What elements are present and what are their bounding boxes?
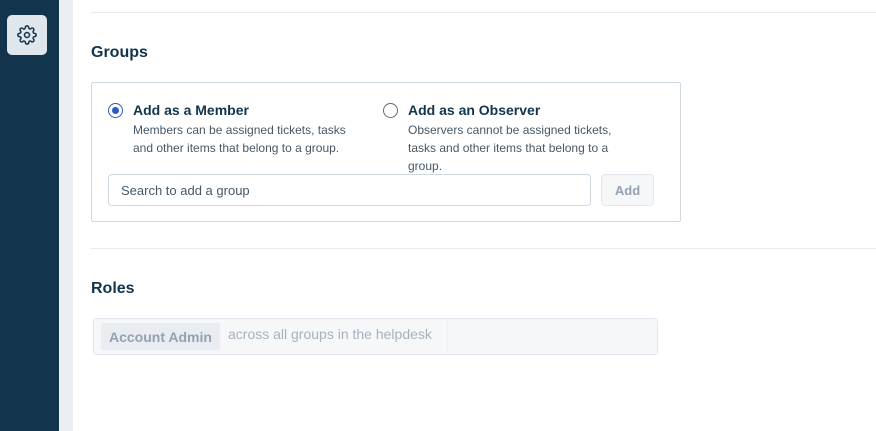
role-field-separator xyxy=(447,319,448,354)
member-radio[interactable] xyxy=(108,103,123,118)
group-search-input[interactable] xyxy=(108,174,591,206)
roles-field: Account Admin across all groups in the h… xyxy=(93,318,658,355)
groups-title: Groups xyxy=(91,44,148,61)
member-option-description: Members can be assigned tickets, tasks a… xyxy=(133,123,346,155)
gear-icon xyxy=(17,25,37,45)
role-tag: Account Admin xyxy=(101,323,220,350)
settings-button[interactable] xyxy=(7,15,47,55)
section-divider xyxy=(91,12,876,13)
add-group-button[interactable]: Add xyxy=(601,174,654,206)
role-scope-text: across all groups in the helpdesk xyxy=(228,326,432,342)
observer-radio[interactable] xyxy=(383,103,398,118)
roles-title: Roles xyxy=(91,280,135,297)
main-content: Groups Add as a Member Members can be as… xyxy=(59,0,876,431)
observer-option-label: Add as an Observer xyxy=(408,102,541,118)
section-divider xyxy=(91,248,876,249)
member-option[interactable]: Add as a Member Members can be assigned … xyxy=(108,101,365,157)
groups-panel: Add as a Member Members can be assigned … xyxy=(91,82,681,222)
observer-option-description: Observers cannot be assigned tickets, ta… xyxy=(408,123,612,173)
member-option-label: Add as a Member xyxy=(133,102,249,118)
sidebar xyxy=(0,0,59,431)
observer-option[interactable]: Add as an Observer Observers cannot be a… xyxy=(383,101,640,175)
